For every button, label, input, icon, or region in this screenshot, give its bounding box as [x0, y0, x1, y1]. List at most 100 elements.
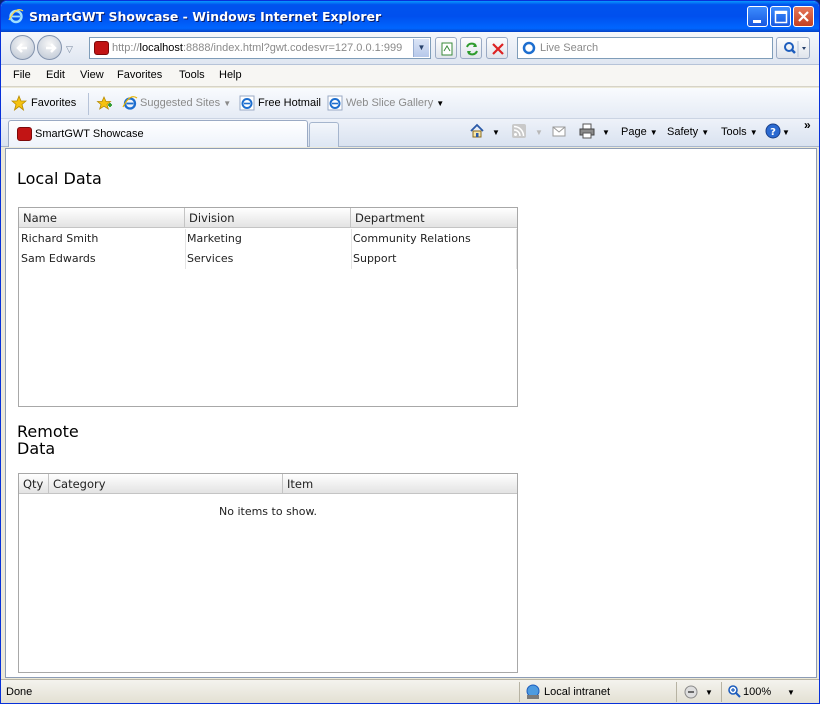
status-separator — [721, 682, 722, 702]
read-mail-icon[interactable] — [551, 123, 567, 139]
search-placeholder: Live Search — [540, 42, 599, 54]
cell-name: Richard Smith — [21, 232, 99, 245]
recent-pages-dropdown[interactable]: ▽ — [66, 44, 76, 54]
favorites-bar: Favorites Suggested Sites ▼ Free Hotmail… — [1, 88, 819, 119]
back-button[interactable] — [10, 35, 35, 60]
cell-department: Support — [353, 252, 397, 265]
new-tab-button[interactable] — [309, 122, 339, 147]
site-favicon-icon — [94, 41, 109, 55]
stop-icon — [492, 43, 504, 55]
ie-logo-icon — [8, 9, 24, 24]
status-separator — [676, 682, 677, 702]
column-header-department[interactable]: Department — [351, 208, 517, 228]
page-menu[interactable]: Page ▼ — [621, 126, 658, 138]
free-hotmail-link[interactable]: Free Hotmail — [258, 97, 321, 109]
tab-smartgwt-showcase[interactable]: SmartGWT Showcase — [8, 120, 308, 147]
title-bar[interactable]: SmartGWT Showcase - Windows Internet Exp… — [1, 1, 819, 32]
cell-division: Marketing — [187, 232, 242, 245]
page-content: Local Data Name Division Department Rich… — [5, 148, 817, 678]
compatibility-icon — [441, 42, 453, 56]
menu-tools[interactable]: Tools — [179, 69, 205, 81]
address-field[interactable]: http://localhost:8888/index.html?gwt.cod… — [89, 37, 431, 59]
menu-file[interactable]: File — [13, 69, 31, 81]
print-icon[interactable] — [579, 123, 595, 139]
zoom-icon — [728, 685, 741, 698]
home-dropdown[interactable]: ▼ — [492, 128, 500, 137]
search-field[interactable]: Live Search — [517, 37, 773, 59]
magnifier-icon — [784, 41, 806, 57]
favorites-star-icon — [11, 95, 27, 111]
back-arrow-icon — [16, 43, 27, 53]
local-data-grid: Name Division Department Richard Smith M… — [18, 207, 518, 407]
ie-page-icon — [327, 95, 343, 111]
live-search-logo-icon — [522, 41, 536, 55]
menu-help[interactable]: Help — [219, 69, 242, 81]
remote-data-grid: Qty Category Item No items to show. — [18, 473, 518, 673]
feeds-icon[interactable] — [511, 123, 527, 139]
minimize-button[interactable] — [747, 6, 768, 27]
print-dropdown[interactable]: ▼ — [602, 128, 610, 137]
toolbar-overflow-chevron-icon[interactable]: » — [804, 118, 811, 132]
browser-window: SmartGWT Showcase - Windows Internet Exp… — [0, 0, 820, 704]
maximize-button[interactable] — [770, 6, 791, 27]
menu-bar: File Edit View Favorites Tools Help — [1, 65, 819, 87]
address-toolbar: ▽ http://localhost:8888/index.html?gwt.c… — [1, 32, 819, 65]
tab-bar: SmartGWT Showcase ▼ ▼ ▼ Page ▼ Safety ▼ … — [1, 118, 819, 147]
empty-grid-message: No items to show. — [219, 505, 317, 518]
local-intranet-icon — [526, 684, 540, 699]
status-separator — [519, 682, 520, 702]
menu-edit[interactable]: Edit — [46, 69, 65, 81]
column-header-name[interactable]: Name — [19, 208, 185, 228]
svg-text:?: ? — [770, 127, 776, 138]
tab-label: SmartGWT Showcase — [35, 128, 144, 140]
cell-division: Services — [187, 252, 234, 265]
zoom-level[interactable]: 100% — [743, 686, 771, 698]
feeds-dropdown[interactable]: ▼ — [535, 128, 543, 137]
close-button[interactable] — [793, 6, 814, 27]
menu-favorites[interactable]: Favorites — [117, 69, 162, 81]
column-header-division[interactable]: Division — [185, 208, 351, 228]
safety-menu[interactable]: Safety ▼ — [667, 126, 709, 138]
suggested-sites-link[interactable]: Suggested Sites ▼ — [140, 97, 231, 109]
remote-grid-header: Qty Category Item — [19, 474, 517, 494]
ie-page-icon — [239, 95, 255, 111]
column-header-category[interactable]: Category — [49, 474, 283, 494]
stop-button[interactable] — [486, 37, 508, 59]
ie-page-icon — [122, 96, 138, 110]
refresh-icon — [466, 42, 478, 56]
forward-arrow-icon — [46, 43, 57, 53]
protected-mode-dropdown[interactable]: ▼ — [705, 688, 713, 697]
help-icon[interactable]: ? — [765, 123, 781, 139]
compatibility-view-button[interactable] — [435, 37, 457, 59]
search-go-button[interactable] — [776, 37, 810, 59]
help-dropdown[interactable]: ▼ — [782, 128, 790, 137]
column-header-item[interactable]: Item — [283, 474, 517, 494]
address-dropdown-button[interactable]: ▼ — [413, 39, 429, 57]
maximize-icon — [774, 10, 788, 24]
table-row[interactable]: Richard Smith Marketing Community Relati… — [19, 229, 517, 249]
menu-view[interactable]: View — [80, 69, 104, 81]
forward-button[interactable] — [37, 35, 62, 60]
table-row[interactable]: Sam Edwards Services Support — [19, 249, 517, 269]
minimize-icon — [753, 20, 761, 23]
status-bar: Done Local intranet ▼ 100% ▼ — [1, 679, 819, 703]
cell-department: Community Relations — [353, 232, 471, 245]
favorites-button[interactable]: Favorites — [31, 97, 76, 109]
protected-mode-icon[interactable] — [683, 684, 701, 700]
tools-menu[interactable]: Tools ▼ — [721, 126, 758, 138]
security-zone[interactable]: Local intranet — [544, 686, 610, 698]
column-header-qty[interactable]: Qty — [19, 474, 49, 494]
status-text: Done — [6, 686, 33, 698]
address-url[interactable]: http://localhost:8888/index.html?gwt.cod… — [112, 42, 412, 54]
site-favicon-icon — [17, 127, 32, 141]
web-slice-gallery-link[interactable]: Web Slice Gallery ▼ — [346, 97, 444, 109]
zoom-dropdown[interactable]: ▼ — [787, 688, 795, 697]
add-to-favorites-icon[interactable] — [96, 95, 113, 111]
refresh-button[interactable] — [460, 37, 482, 59]
home-icon[interactable] — [469, 123, 485, 139]
cell-name: Sam Edwards — [21, 252, 96, 265]
remote-data-title: Remote Data — [17, 422, 79, 458]
local-data-title: Local Data — [17, 169, 102, 188]
favorites-separator — [88, 93, 89, 115]
window-title: SmartGWT Showcase - Windows Internet Exp… — [29, 9, 382, 24]
